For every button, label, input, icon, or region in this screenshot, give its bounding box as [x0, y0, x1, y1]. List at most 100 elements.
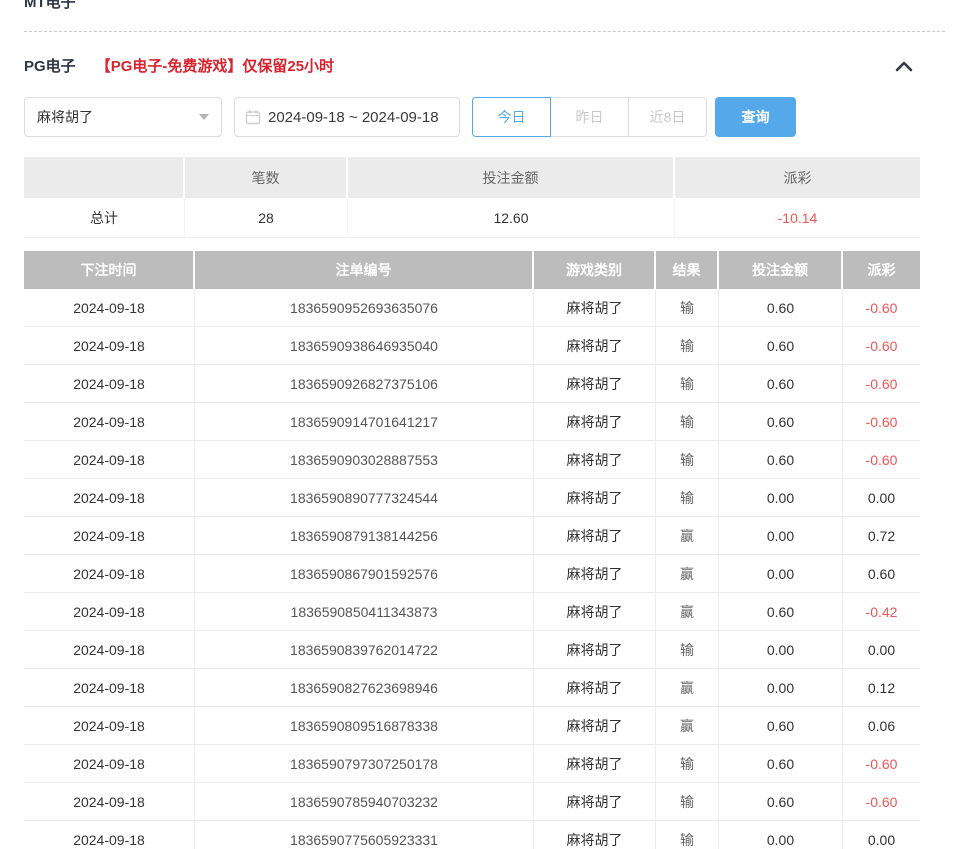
cell-bet-time: 2024-09-18 — [24, 289, 195, 327]
cell-payout: 0.00 — [843, 479, 920, 517]
summary-column-header: 投注金额 — [348, 157, 675, 198]
summary-column-header: 笔数 — [185, 157, 348, 198]
cell-payout: -0.60 — [843, 289, 920, 327]
cell-game-type: 麻将胡了 — [534, 365, 656, 403]
cell-payout: -0.60 — [843, 403, 920, 441]
quick-button-昨日[interactable]: 昨日 — [550, 97, 629, 137]
cell-result: 输 — [656, 327, 719, 365]
cell-payout: 0.00 — [843, 821, 920, 849]
cell-game-type: 麻将胡了 — [534, 441, 656, 479]
cell-payout: -0.60 — [843, 365, 920, 403]
quick-button-今日[interactable]: 今日 — [472, 97, 551, 137]
cell-bet-amount: 0.60 — [719, 365, 843, 403]
cell-result: 输 — [656, 631, 719, 669]
cell-order-id: 1836590797307250178 — [195, 745, 534, 783]
game-select[interactable]: 麻将胡了 — [24, 97, 222, 137]
cell-bet-time: 2024-09-18 — [24, 327, 195, 365]
cell-game-type: 麻将胡了 — [534, 669, 656, 707]
cell-order-id: 1836590867901592576 — [195, 555, 534, 593]
summary-total-bet-amount: 12.60 — [348, 198, 675, 238]
summary-total-payout: -10.14 — [675, 198, 920, 238]
cell-bet-amount: 0.60 — [719, 327, 843, 365]
cell-order-id: 1836590914701641217 — [195, 403, 534, 441]
cell-order-id: 1836590938646935040 — [195, 327, 534, 365]
calendar-icon — [245, 109, 261, 125]
cell-result: 输 — [656, 821, 719, 849]
section-divider — [24, 31, 945, 32]
cell-bet-time: 2024-09-18 — [24, 669, 195, 707]
cell-bet-time: 2024-09-18 — [24, 441, 195, 479]
summary-column-header — [24, 157, 185, 198]
cell-order-id: 1836590785940703232 — [195, 783, 534, 821]
cell-payout: 0.06 — [843, 707, 920, 745]
collapse-section-button[interactable] — [894, 59, 914, 73]
table-row: 2024-09-181836590827623698946麻将胡了赢0.000.… — [24, 669, 920, 707]
cell-result: 赢 — [656, 669, 719, 707]
cell-result: 输 — [656, 479, 719, 517]
table-row: 2024-09-181836590938646935040麻将胡了输0.60-0… — [24, 327, 920, 365]
table-row: 2024-09-181836590879138144256麻将胡了赢0.000.… — [24, 517, 920, 555]
cell-bet-amount: 0.00 — [719, 517, 843, 555]
summary-total-row: 总计 28 12.60 -10.14 — [24, 198, 920, 238]
table-row: 2024-09-181836590797307250178麻将胡了输0.60-0… — [24, 745, 920, 783]
cell-bet-time: 2024-09-18 — [24, 517, 195, 555]
bet-records-column-header: 游戏类别 — [534, 251, 656, 289]
cell-order-id: 1836590926827375106 — [195, 365, 534, 403]
search-button[interactable]: 查询 — [715, 97, 796, 137]
caret-down-icon — [199, 114, 209, 120]
cell-bet-amount: 0.00 — [719, 631, 843, 669]
bet-records-table: 下注时间注单编号游戏类别结果投注金额派彩 2024-09-18183659095… — [24, 251, 920, 849]
cell-result: 赢 — [656, 517, 719, 555]
cell-bet-time: 2024-09-18 — [24, 745, 195, 783]
cell-game-type: 麻将胡了 — [534, 479, 656, 517]
cell-result: 输 — [656, 783, 719, 821]
cell-bet-time: 2024-09-18 — [24, 783, 195, 821]
cell-bet-amount: 0.00 — [719, 821, 843, 849]
table-row: 2024-09-181836590914701641217麻将胡了输0.60-0… — [24, 403, 920, 441]
cell-game-type: 麻将胡了 — [534, 631, 656, 669]
game-select-value: 麻将胡了 — [37, 107, 93, 127]
date-quick-buttons: 今日昨日近8日 — [472, 97, 707, 137]
bet-records-column-header: 注单编号 — [195, 251, 534, 289]
section-title: PG电子 — [24, 55, 76, 76]
cell-order-id: 1836590903028887553 — [195, 441, 534, 479]
cell-bet-time: 2024-09-18 — [24, 631, 195, 669]
cell-game-type: 麻将胡了 — [534, 555, 656, 593]
date-range-input[interactable]: 2024-09-18 ~ 2024-09-18 — [234, 97, 460, 137]
cell-result: 输 — [656, 289, 719, 327]
bet-records-body: 2024-09-181836590952693635076麻将胡了输0.60-0… — [24, 289, 920, 849]
cell-order-id: 1836590850411343873 — [195, 593, 534, 631]
section-header: PG电子 【PG电子-免费游戏】仅保留25小时 — [24, 55, 920, 76]
cell-game-type: 麻将胡了 — [534, 745, 656, 783]
cell-bet-amount: 0.60 — [719, 707, 843, 745]
cell-payout: -0.42 — [843, 593, 920, 631]
quick-button-近8日[interactable]: 近8日 — [628, 97, 707, 137]
cell-bet-time: 2024-09-18 — [24, 593, 195, 631]
cell-bet-amount: 0.00 — [719, 479, 843, 517]
summary-table: 笔数投注金额派彩 总计 28 12.60 -10.14 — [24, 157, 920, 238]
filter-row: 麻将胡了 2024-09-18 ~ 2024-09-18 今日昨日近8日 查询 — [24, 97, 945, 137]
cell-order-id: 1836590809516878338 — [195, 707, 534, 745]
bet-records-column-header: 下注时间 — [24, 251, 195, 289]
cell-bet-time: 2024-09-18 — [24, 707, 195, 745]
cell-bet-amount: 0.60 — [719, 289, 843, 327]
chevron-up-icon — [894, 59, 914, 73]
cell-game-type: 麻将胡了 — [534, 327, 656, 365]
cell-payout: 0.60 — [843, 555, 920, 593]
cell-bet-time: 2024-09-18 — [24, 821, 195, 849]
cell-bet-amount: 0.60 — [719, 745, 843, 783]
table-row: 2024-09-181836590809516878338麻将胡了赢0.600.… — [24, 707, 920, 745]
cell-result: 赢 — [656, 707, 719, 745]
cell-payout: 0.72 — [843, 517, 920, 555]
table-row: 2024-09-181836590839762014722麻将胡了输0.000.… — [24, 631, 920, 669]
cell-order-id: 1836590879138144256 — [195, 517, 534, 555]
bet-records-column-header: 投注金额 — [719, 251, 843, 289]
cell-order-id: 1836590952693635076 — [195, 289, 534, 327]
summary-total-label: 总计 — [24, 198, 185, 238]
cell-result: 输 — [656, 441, 719, 479]
cell-order-id: 1836590827623698946 — [195, 669, 534, 707]
summary-header-row: 笔数投注金额派彩 — [24, 157, 920, 198]
cell-result: 输 — [656, 365, 719, 403]
cell-order-id: 1836590839762014722 — [195, 631, 534, 669]
cell-order-id: 1836590775605923331 — [195, 821, 534, 849]
